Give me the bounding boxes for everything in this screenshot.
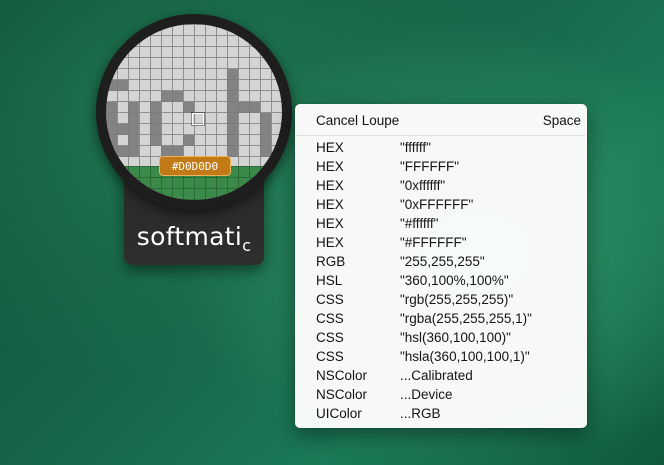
format-value: "rgb(255,255,255)" bbox=[400, 292, 514, 307]
format-value: "0xffffff" bbox=[400, 178, 446, 193]
format-type: HSL bbox=[316, 273, 343, 288]
cancel-loupe-label: Cancel Loupe bbox=[316, 112, 400, 128]
menu-item-hex-hash-upper[interactable]: HEX "#FFFFFF" bbox=[295, 233, 587, 252]
pixel-block bbox=[106, 102, 117, 157]
menu-item-hsl[interactable]: HSL "360,100%,100%" bbox=[295, 271, 587, 290]
format-value: ...Device bbox=[400, 387, 453, 402]
format-type: NSColor bbox=[316, 368, 368, 383]
color-format-menu: Cancel Loupe Space HEX "ffffff" HEX "FFFFF… bbox=[295, 104, 587, 428]
format-value: "#ffffff" bbox=[400, 216, 439, 231]
format-value: "360,100%,100%" bbox=[400, 273, 509, 288]
format-value: "255,255,255" bbox=[400, 254, 485, 269]
color-format-list: HEX "ffffff" HEX "FFFFFF" HEX "0xffffff" HE… bbox=[295, 138, 587, 423]
brand-logo: softmatic bbox=[124, 222, 264, 255]
format-type: CSS bbox=[316, 349, 344, 364]
menu-item-rgb[interactable]: RGB "255,255,255" bbox=[295, 252, 587, 271]
format-type: HEX bbox=[316, 235, 344, 250]
menu-item-hex-lower[interactable]: HEX "ffffff" bbox=[295, 138, 587, 157]
menu-item-css-rgb[interactable]: CSS "rgb(255,255,255)" bbox=[295, 290, 587, 309]
pixel-block bbox=[260, 113, 271, 157]
brand-sub: c bbox=[242, 236, 252, 255]
format-type: CSS bbox=[316, 330, 344, 345]
hex-value-badge: #D0D0D0 bbox=[159, 156, 231, 176]
format-type: CSS bbox=[316, 311, 344, 326]
menu-item-css-hsl[interactable]: CSS "hsl(360,100,100)" bbox=[295, 328, 587, 347]
format-type: RGB bbox=[316, 254, 346, 269]
format-value: ...Calibrated bbox=[400, 368, 473, 383]
pixel-block bbox=[150, 102, 161, 146]
format-value: "0xFFFFFF" bbox=[400, 197, 474, 212]
format-value: "FFFFFF" bbox=[400, 159, 460, 174]
menu-item-nscolor-device[interactable]: NSColor ...Device bbox=[295, 385, 587, 404]
pixel-block bbox=[227, 69, 238, 157]
brand-main: softmati bbox=[136, 222, 243, 251]
menu-item-css-hsla[interactable]: CSS "hsla(360,100,100,1)" bbox=[295, 347, 587, 366]
format-type: NSColor bbox=[316, 387, 368, 402]
format-value: "ffffff" bbox=[400, 140, 431, 155]
format-value: ...RGB bbox=[400, 406, 441, 421]
pixel-block bbox=[183, 102, 194, 113]
pixel-block bbox=[117, 146, 128, 157]
menu-item-hex-0x-upper[interactable]: HEX "0xFFFFFF" bbox=[295, 195, 587, 214]
menu-item-nscolor-calibrated[interactable]: NSColor ...Calibrated bbox=[295, 366, 587, 385]
format-type: CSS bbox=[316, 292, 344, 307]
menu-item-hex-0x-lower[interactable]: HEX "0xffffff" bbox=[295, 176, 587, 195]
loupe-magnifier[interactable] bbox=[96, 14, 292, 210]
pixel-block bbox=[106, 80, 128, 91]
menu-item-css-rgba[interactable]: CSS "rgba(255,255,255,1)" bbox=[295, 309, 587, 328]
format-type: UIColor bbox=[316, 406, 362, 421]
pixel-block bbox=[117, 124, 128, 135]
format-type: HEX bbox=[316, 159, 344, 174]
pixel-block bbox=[128, 102, 139, 157]
menu-item-uicolor-rgb[interactable]: UIColor ...RGB bbox=[295, 404, 587, 423]
format-value: "hsl(360,100,100)" bbox=[400, 330, 511, 345]
format-type: HEX bbox=[316, 178, 344, 193]
menu-item-hex-hash-lower[interactable]: HEX "#ffffff" bbox=[295, 214, 587, 233]
format-value: "#FFFFFF" bbox=[400, 235, 467, 250]
menu-separator bbox=[296, 135, 586, 136]
format-value: "hsla(360,100,100,1)" bbox=[400, 349, 530, 364]
format-type: HEX bbox=[316, 216, 344, 231]
cancel-loupe-shortcut: Space bbox=[542, 112, 581, 128]
pixel-block bbox=[161, 91, 183, 102]
menu-item-hex-upper[interactable]: HEX "FFFFFF" bbox=[295, 157, 587, 176]
pixel-block bbox=[183, 135, 194, 146]
menu-item-cancel-loupe[interactable]: Cancel Loupe Space bbox=[295, 108, 587, 132]
format-type: HEX bbox=[316, 140, 344, 155]
format-type: HEX bbox=[316, 197, 344, 212]
crosshair-target bbox=[192, 113, 204, 125]
pixel-block bbox=[238, 102, 260, 113]
format-value: "rgba(255,255,255,1)" bbox=[400, 311, 532, 326]
